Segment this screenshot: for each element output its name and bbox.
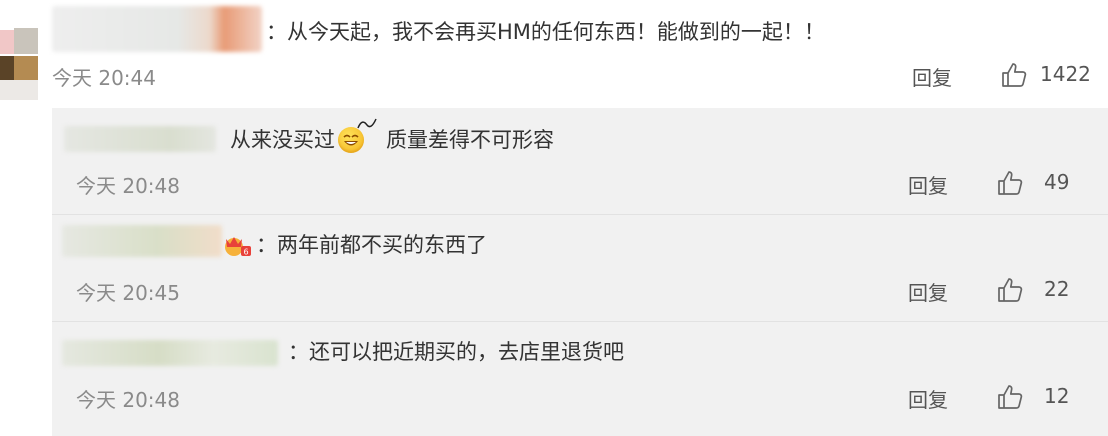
reply-text-continued: 质量差得不可形容 (386, 128, 554, 152)
main-like-count: 1422 (1040, 62, 1091, 86)
reply-like-count: 49 (1044, 170, 1070, 194)
reply-time: 今天 20:48 (76, 388, 180, 412)
thumbs-up-icon[interactable] (996, 276, 1024, 304)
reply-button[interactable]: 回复 (908, 277, 948, 306)
svg-text:6: 6 (244, 248, 249, 257)
reply-button[interactable]: 回复 (908, 384, 948, 413)
main-reply-button[interactable]: 回复 (912, 62, 952, 91)
reply-like-count: 12 (1044, 384, 1070, 408)
reply-time: 今天 20:48 (76, 174, 180, 198)
thumbs-up-icon[interactable] (996, 383, 1024, 411)
reply-item: ：还可以把近期买的，去店里退货吧 今天 20:48 回复 12 (52, 322, 1108, 436)
avatar[interactable] (0, 0, 38, 100)
crown-badge-icon: 6 (225, 237, 251, 257)
dizzy-swirl-icon (357, 118, 377, 129)
reply-item: 从来没买过 质量差得不可形容 今天 20:48 回复 49 (52, 108, 1108, 214)
replies-panel: 从来没买过 质量差得不可形容 今天 20:48 回复 49 6 ：两年前都不买的… (52, 108, 1108, 436)
username-blurred[interactable] (52, 6, 262, 52)
main-comment-time: 今天 20:44 (52, 66, 156, 90)
reply-button[interactable]: 回复 (908, 170, 948, 199)
thumbs-up-icon[interactable] (996, 169, 1024, 197)
username-blurred[interactable] (62, 340, 278, 366)
thumbs-up-icon[interactable] (1000, 61, 1028, 89)
reply-text: 从来没买过 (230, 128, 335, 152)
reply-like-count: 22 (1044, 277, 1070, 301)
reply-item: 6 ：两年前都不买的东西了 今天 20:45 回复 22 (52, 215, 1108, 321)
main-comment-text: ：从今天起，我不会再买HM的任何东西！能做到的一起！！ (266, 20, 825, 44)
reply-time: 今天 20:45 (76, 281, 180, 305)
username-blurred[interactable] (64, 126, 216, 152)
reply-text: ：还可以把近期买的，去店里退货吧 (288, 340, 624, 364)
reply-text: ：两年前都不买的东西了 (256, 233, 487, 257)
username-blurred[interactable] (62, 225, 222, 257)
main-comment: ：从今天起，我不会再买HM的任何东西！能做到的一起！！ 今天 20:44 回复 … (0, 0, 1108, 104)
